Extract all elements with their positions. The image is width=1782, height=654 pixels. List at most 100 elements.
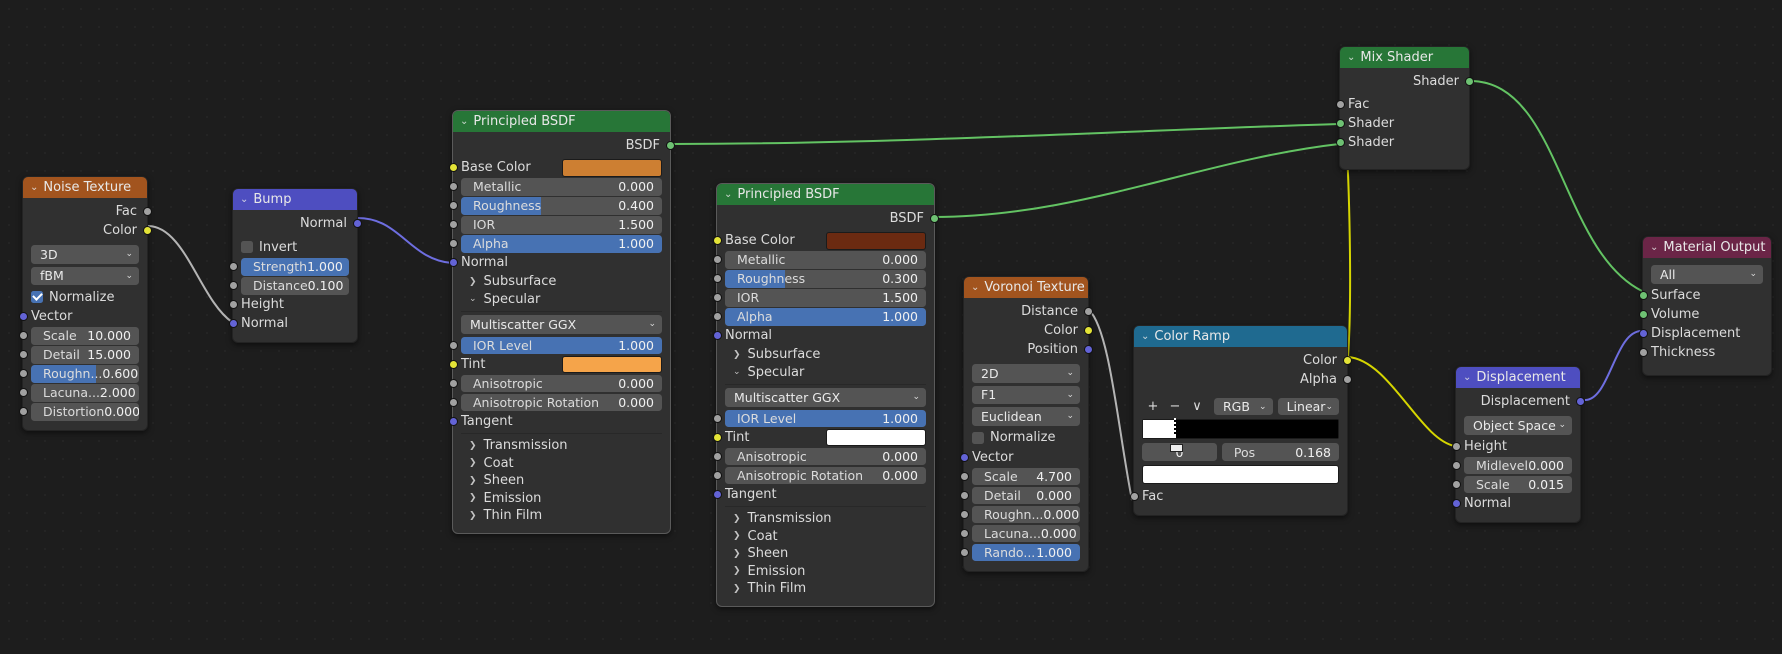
input-socket-row-fac[interactable]: Fac bbox=[1335, 96, 1461, 114]
input-socket-displacement[interactable] bbox=[1638, 328, 1648, 338]
node-noise-texture[interactable]: ⌄ Noise Texture Fac Color 3D ⌄ fBM ⌄ Nor… bbox=[18, 176, 152, 431]
dropdown-dimensions[interactable]: 3D ⌄ bbox=[31, 245, 139, 264]
input-socket-row-normal[interactable]: Normal bbox=[228, 315, 349, 333]
output-socket-color[interactable] bbox=[1083, 326, 1093, 336]
node-color-ramp[interactable]: ⌄ Color Ramp Color Alpha + − ∨ RGB ⌄ Lin… bbox=[1129, 325, 1352, 516]
color-swatch-tint[interactable] bbox=[825, 428, 926, 446]
collapse-chevron-icon[interactable]: ⌄ bbox=[1650, 242, 1658, 253]
collapse-chevron-icon[interactable]: ⌄ bbox=[1463, 372, 1471, 383]
input-socket-row-normal[interactable]: Normal bbox=[1451, 495, 1572, 513]
input-socket-lacunarity[interactable] bbox=[18, 388, 28, 398]
input-row-anisotropic[interactable]: Anisotropic 0.000 bbox=[448, 374, 662, 392]
checkbox-icon[interactable] bbox=[241, 241, 253, 253]
node-header-material-output[interactable]: ⌄ Material Output bbox=[1643, 237, 1771, 258]
output-socket-color[interactable] bbox=[1342, 356, 1352, 366]
color-swatch-base-color[interactable] bbox=[561, 159, 662, 177]
input-row-randomness[interactable]: Rando... 1.000 bbox=[959, 543, 1080, 561]
input-socket-row-fac[interactable]: Fac bbox=[1129, 488, 1339, 506]
panel-sheen[interactable]: ❯ Sheen bbox=[461, 472, 662, 490]
input-row-midlevel[interactable]: Midlevel 0.000 bbox=[1451, 456, 1572, 474]
input-socket-shader-1[interactable] bbox=[1335, 119, 1345, 129]
color-ramp-toolbar[interactable]: + − ∨ RGB ⌄ Linear ⌄ bbox=[1142, 398, 1339, 415]
checkbox-invert[interactable]: Invert bbox=[241, 238, 349, 256]
input-socket-distance[interactable] bbox=[228, 281, 238, 291]
input-row-tint[interactable]: Tint bbox=[712, 428, 926, 446]
input-row-detail[interactable]: Detail 15.000 bbox=[18, 346, 139, 364]
input-row-lacunarity[interactable]: Lacuna... 0.000 bbox=[959, 524, 1080, 542]
value-field-scale[interactable]: Scale 4.700 bbox=[972, 467, 1080, 485]
node-principled-bsdf-1[interactable]: ⌄ Principled BSDF BSDF Base Color Metall… bbox=[448, 110, 675, 534]
input-row-alpha[interactable]: Alpha 1.000 bbox=[712, 308, 926, 326]
input-socket-metallic[interactable] bbox=[448, 182, 458, 192]
input-socket-roughness[interactable] bbox=[959, 509, 969, 519]
input-socket-tint[interactable] bbox=[448, 359, 458, 369]
input-socket-shader-2[interactable] bbox=[1335, 138, 1345, 148]
input-socket-volume[interactable] bbox=[1638, 309, 1648, 319]
value-field-distortion[interactable]: Distortion 0.000 bbox=[31, 403, 139, 421]
output-socket-row-normal[interactable]: Normal bbox=[241, 215, 362, 233]
value-field-stop-position[interactable]: Pos 0.168 bbox=[1221, 443, 1339, 461]
input-socket-ior[interactable] bbox=[712, 293, 722, 303]
value-field-metallic[interactable]: Metallic 0.000 bbox=[461, 178, 662, 196]
input-socket-tangent[interactable] bbox=[712, 489, 722, 499]
panel-thin-film[interactable]: ❯ Thin Film bbox=[461, 507, 662, 525]
checkbox-icon[interactable] bbox=[31, 291, 43, 303]
remove-stop-button[interactable]: − bbox=[1164, 398, 1186, 415]
panel-emission[interactable]: ❯ Emission bbox=[461, 490, 662, 508]
input-row-roughness[interactable]: Roughn... 0.000 bbox=[959, 505, 1080, 523]
input-socket-row-thickness[interactable]: Thickness bbox=[1638, 344, 1763, 362]
slider-randomness[interactable]: Rando... 1.000 bbox=[972, 543, 1080, 561]
color-swatch-base-color[interactable] bbox=[825, 232, 926, 250]
color-swatch-selected-stop[interactable] bbox=[1142, 465, 1339, 484]
output-socket-distance[interactable] bbox=[1083, 307, 1093, 317]
slider-alpha[interactable]: Alpha 1.000 bbox=[461, 235, 662, 253]
input-socket-ior[interactable] bbox=[448, 220, 458, 230]
output-socket-row-bsdf[interactable]: BSDF bbox=[725, 210, 939, 228]
input-socket-height[interactable] bbox=[1451, 441, 1461, 451]
input-socket-row-height[interactable]: Height bbox=[1451, 438, 1572, 456]
output-socket-row-distance[interactable]: Distance bbox=[972, 303, 1093, 321]
node-header-color-ramp[interactable]: ⌄ Color Ramp bbox=[1134, 326, 1347, 347]
input-socket-row-normal[interactable]: Normal bbox=[712, 327, 926, 345]
panel-subsurface[interactable]: ❯ Subsurface bbox=[725, 346, 926, 364]
input-socket-detail[interactable] bbox=[959, 490, 969, 500]
input-socket-vector[interactable] bbox=[959, 452, 969, 462]
input-socket-anisotropic[interactable] bbox=[712, 451, 722, 461]
slider-ior-level[interactable]: IOR Level 1.000 bbox=[725, 409, 926, 427]
input-socket-scale[interactable] bbox=[18, 331, 28, 341]
input-socket-scale[interactable] bbox=[1451, 479, 1461, 489]
shader-node-editor[interactable]: ⌄ Noise Texture Fac Color 3D ⌄ fBM ⌄ Nor… bbox=[0, 0, 1782, 654]
input-socket-row-shader-2[interactable]: Shader bbox=[1335, 134, 1461, 152]
node-voronoi-texture[interactable]: ⌄ Voronoi Texture Distance Color Positio… bbox=[959, 276, 1093, 572]
node-header-noise-texture[interactable]: ⌄ Noise Texture bbox=[23, 177, 147, 198]
value-field-anisotropic-rotation[interactable]: Anisotropic Rotation 0.000 bbox=[725, 466, 926, 484]
input-socket-anisotropic-rotation[interactable] bbox=[448, 397, 458, 407]
output-socket-normal[interactable] bbox=[352, 219, 362, 229]
value-field-lacunarity[interactable]: Lacuna... 2.000 bbox=[31, 384, 139, 402]
input-socket-strength[interactable] bbox=[228, 262, 238, 272]
input-row-metallic[interactable]: Metallic 0.000 bbox=[448, 178, 662, 196]
node-header-principled-bsdf-1[interactable]: ⌄ Principled BSDF bbox=[453, 111, 670, 132]
value-field-detail[interactable]: Detail 15.000 bbox=[31, 346, 139, 364]
input-socket-normal[interactable] bbox=[448, 258, 458, 268]
input-row-strength[interactable]: Strength 1.000 bbox=[228, 258, 349, 276]
panel-coat[interactable]: ❯ Coat bbox=[461, 455, 662, 473]
input-row-alpha[interactable]: Alpha 1.000 bbox=[448, 235, 662, 253]
output-socket-row-shader[interactable]: Shader bbox=[1348, 73, 1474, 91]
collapse-chevron-icon[interactable]: ⌄ bbox=[724, 189, 732, 200]
input-socket-fac[interactable] bbox=[1129, 492, 1139, 502]
value-field-anisotropic-rotation[interactable]: Anisotropic Rotation 0.000 bbox=[461, 393, 662, 411]
input-socket-base-color[interactable] bbox=[712, 236, 722, 246]
value-field-scale[interactable]: Scale 0.015 bbox=[1464, 475, 1572, 493]
collapse-chevron-icon[interactable]: ⌄ bbox=[1141, 331, 1149, 342]
input-row-base-color[interactable]: Base Color bbox=[712, 232, 926, 250]
input-socket-tint[interactable] bbox=[712, 432, 722, 442]
output-socket-row-bsdf[interactable]: BSDF bbox=[461, 137, 675, 155]
panel-emission[interactable]: ❯ Emission bbox=[725, 563, 926, 581]
checkbox-icon[interactable] bbox=[972, 431, 984, 444]
input-row-ior-level[interactable]: IOR Level 1.000 bbox=[712, 409, 926, 427]
input-row-roughness[interactable]: Roughn... 0.600 bbox=[18, 365, 139, 383]
node-header-displacement[interactable]: ⌄ Displacement bbox=[1456, 367, 1580, 388]
panel-transmission[interactable]: ❯ Transmission bbox=[725, 510, 926, 528]
node-header-bump[interactable]: ⌄ Bump bbox=[233, 189, 357, 210]
